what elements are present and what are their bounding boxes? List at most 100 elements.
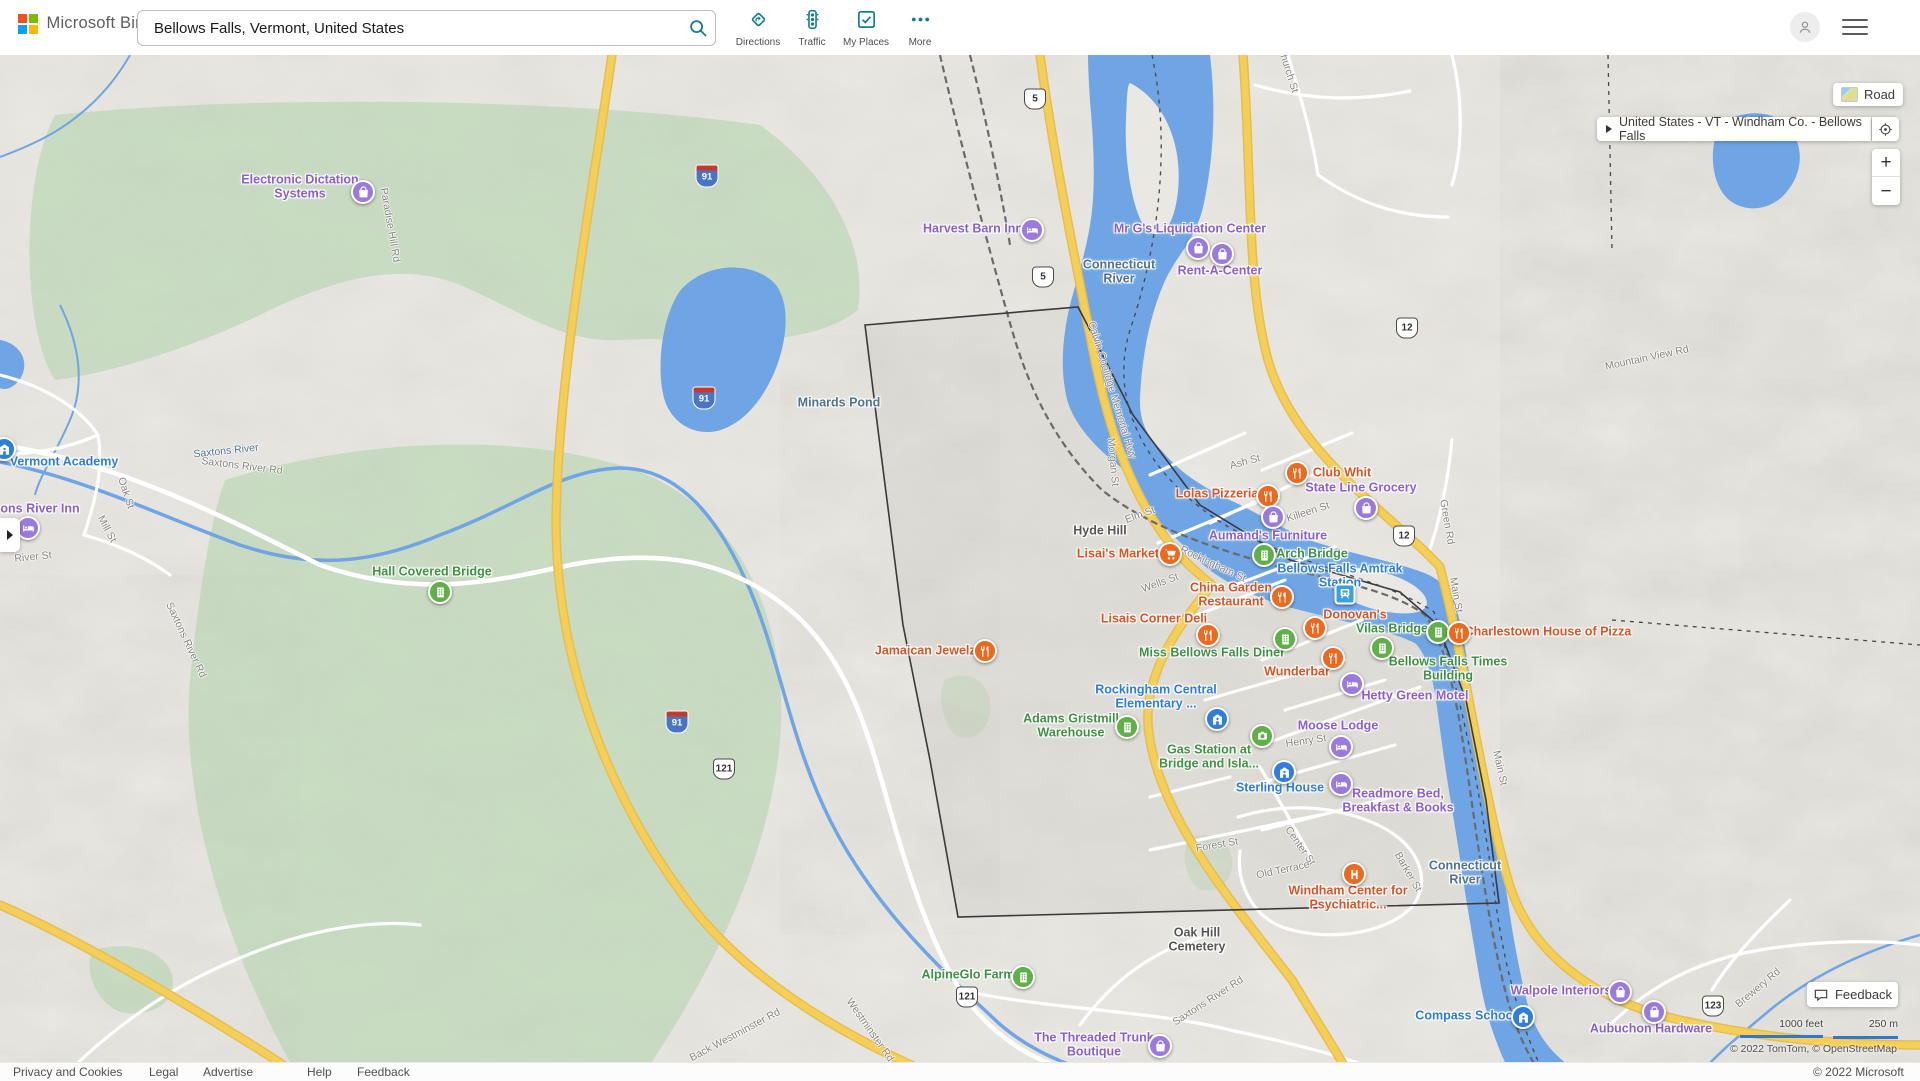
aubuchon-hardware-label[interactable]: Aubuchon Hardware xyxy=(1590,1022,1712,1036)
aumands-furniture-label[interactable]: Aumand's Furniture xyxy=(1209,529,1327,543)
club-whit-label[interactable]: Club Whit xyxy=(1313,466,1371,480)
adams-gristmill-warehouse-icon[interactable] xyxy=(1115,715,1139,739)
china-garden-restaurant-label[interactable]: China GardenRestaurant xyxy=(1190,582,1272,609)
gas-station-at-bridge-icon[interactable] xyxy=(1250,724,1274,748)
search-box xyxy=(137,10,716,46)
gas-station-at-bridge-label[interactable]: Gas Station atBridge and Isla... xyxy=(1159,744,1259,771)
miss-bellows-falls-diner-icon[interactable] xyxy=(1273,627,1297,651)
miss-bellows-falls-diner-label[interactable]: Miss Bellows Falls Diner xyxy=(1139,646,1285,660)
lisais-market-label[interactable]: Lisai's Market xyxy=(1077,547,1159,561)
footer-link-advertise[interactable]: Advertise xyxy=(203,1065,253,1079)
mr-gs-liquidation-center-icon[interactable] xyxy=(1186,236,1210,260)
rent-a-center-label[interactable]: Rent-A-Center xyxy=(1178,264,1263,278)
adams-gristmill-warehouse-label[interactable]: Adams GristmillWarehouse xyxy=(1023,713,1119,740)
locate-me-button[interactable] xyxy=(1872,117,1899,141)
mr-gs-liquidation-center-label[interactable]: Mr G's Liquidation Center xyxy=(1114,222,1266,236)
hyde-hill-label: Hyde Hill xyxy=(1073,524,1127,538)
footer-link-feedback[interactable]: Feedback xyxy=(357,1065,410,1079)
club-whit-icon[interactable] xyxy=(1285,461,1309,485)
electronic-dictation-systems-label[interactable]: Electronic DictationSystems xyxy=(241,174,358,201)
bellows-falls-times-building-icon[interactable] xyxy=(1370,636,1394,660)
map-attribution: © 2022 TomTom, © OpenStreetMap xyxy=(1730,1043,1897,1055)
harvest-barn-inn-label[interactable]: Harvest Barn Inn xyxy=(923,222,1023,236)
civic-marker-icon[interactable] xyxy=(1205,707,1229,731)
alpineglo-farm-icon[interactable] xyxy=(1011,965,1035,989)
walpole-interiors-icon[interactable] xyxy=(1608,980,1632,1004)
footer-link-privacy[interactable]: Privacy and Cookies xyxy=(13,1065,122,1079)
wunderbar-icon[interactable] xyxy=(1321,646,1345,670)
menu-icon[interactable] xyxy=(1842,19,1868,37)
search-icon[interactable] xyxy=(681,13,715,43)
vilas-bridge-label[interactable]: Vilas Bridge xyxy=(1356,622,1428,636)
threaded-trunk-boutique-label[interactable]: The Threaded TrunkBoutique xyxy=(1034,1032,1153,1059)
charlestown-house-of-pizza-label[interactable]: Charlestown House of Pizza xyxy=(1465,625,1632,639)
walpole-interiors-label[interactable]: Walpole Interiors xyxy=(1511,984,1612,998)
jamaican-jewelz-icon[interactable] xyxy=(973,639,997,663)
map-canvas[interactable]: Electronic DictationSystems Harvest Barn … xyxy=(0,55,1920,1080)
state-line-grocery-label[interactable]: State Line Grocery xyxy=(1305,481,1416,495)
connecticut-river-north-label: ConnecticutRiver xyxy=(1083,259,1155,286)
state-line-grocery-icon[interactable] xyxy=(1354,496,1378,520)
hall-covered-bridge-icon[interactable] xyxy=(428,580,452,604)
saxtons-river-inn-label[interactable]: ons River Inn xyxy=(0,502,79,516)
nav-more[interactable]: More xyxy=(888,8,952,48)
readmore-bed-breakfast-books-icon[interactable] xyxy=(1329,772,1353,796)
threaded-trunk-boutique-icon[interactable] xyxy=(1148,1034,1172,1058)
directions-icon xyxy=(747,18,770,35)
footer-bar: Privacy and Cookies Legal Advertise Help… xyxy=(0,1062,1920,1081)
readmore-bed-breakfast-books-label[interactable]: Readmore Bed,Breakfast & Books xyxy=(1342,788,1453,815)
wunderbar-label[interactable]: Wunderbar xyxy=(1264,665,1330,679)
arch-bridge-icon[interactable] xyxy=(1252,543,1276,567)
moose-lodge-icon[interactable] xyxy=(1329,735,1353,759)
microsoft-bing-logo[interactable]: Microsoft Bing xyxy=(18,14,154,34)
aubuchon-hardware-icon[interactable] xyxy=(1642,1000,1666,1024)
compass-school-icon[interactable] xyxy=(1511,1005,1535,1029)
charlestown-house-of-pizza-icon[interactable] xyxy=(1447,621,1471,645)
lolas-pizzeria-icon[interactable] xyxy=(1256,484,1280,508)
hall-covered-bridge-label[interactable]: Hall Covered Bridge xyxy=(372,565,491,579)
oak-hill-cemetery-label: Oak HillCemetery xyxy=(1169,927,1226,954)
lolas-pizzeria-label[interactable]: Lolas Pizzeria xyxy=(1176,487,1259,501)
copyright: © 2022 Microsoft xyxy=(1813,1065,1904,1079)
mr-gs-liquidation-center-2-icon[interactable] xyxy=(1210,242,1234,266)
vermont-academy-label[interactable]: Vermont Academy xyxy=(10,455,119,469)
locate-icon xyxy=(1877,121,1894,138)
rockingham-central-elementary-label[interactable]: Rockingham CentralElementary ... xyxy=(1095,684,1217,711)
zoom-out-button[interactable]: − xyxy=(1872,178,1900,205)
lisais-corner-deli-label[interactable]: Lisais Corner Deli xyxy=(1101,612,1207,626)
expand-panel-tab[interactable] xyxy=(0,518,20,552)
hetty-green-motel-label[interactable]: Hetty Green Motel xyxy=(1362,689,1469,703)
electronic-dictation-systems-icon[interactable] xyxy=(351,180,375,204)
bellows-falls-amtrak-station-icon[interactable] xyxy=(1335,584,1356,605)
top-bar: Microsoft Bing Directions Traffic My Pla… xyxy=(0,0,1920,55)
sterling-house-icon[interactable] xyxy=(1272,760,1296,784)
harvest-barn-inn-icon[interactable] xyxy=(1020,218,1044,242)
aumands-furniture-icon[interactable] xyxy=(1261,505,1285,529)
alpineglo-farm-label[interactable]: AlpineGlo Farm xyxy=(921,968,1014,982)
jamaican-jewelz-label[interactable]: Jamaican Jewelz. xyxy=(875,644,979,658)
lisais-corner-deli-icon[interactable] xyxy=(1196,623,1220,647)
feedback-button[interactable]: Feedback xyxy=(1807,982,1898,1007)
donovans-icon[interactable] xyxy=(1303,616,1327,640)
person-icon xyxy=(1796,18,1814,36)
map-style-button[interactable]: Road xyxy=(1833,83,1903,106)
windham-center-psychiatric-icon[interactable] xyxy=(1342,862,1366,886)
map-base-graphics xyxy=(0,55,1920,1080)
account-avatar[interactable] xyxy=(1790,12,1820,42)
lisais-market-icon[interactable] xyxy=(1158,542,1182,566)
donovans-label[interactable]: Donovan's xyxy=(1323,608,1386,622)
footer-link-help[interactable]: Help xyxy=(307,1065,332,1079)
scale-bar-metric xyxy=(1833,1036,1898,1039)
hetty-green-motel-icon[interactable] xyxy=(1340,672,1364,696)
moose-lodge-label[interactable]: Moose Lodge xyxy=(1298,719,1379,733)
search-input[interactable] xyxy=(152,19,681,38)
bellows-falls-times-building-label[interactable]: Bellows Falls TimesBuilding xyxy=(1389,656,1508,683)
breadcrumb[interactable]: United States - VT - Windham Co. - Bello… xyxy=(1597,117,1871,141)
compass-school-label[interactable]: Compass School xyxy=(1415,1009,1516,1023)
footer-link-legal[interactable]: Legal xyxy=(149,1065,178,1079)
china-garden-restaurant-icon[interactable] xyxy=(1270,585,1294,609)
speech-bubble-icon xyxy=(1813,987,1829,1003)
windham-center-psychiatric-label[interactable]: Windham Center forPsychiatric... xyxy=(1288,885,1407,912)
zoom-in-button[interactable]: + xyxy=(1872,149,1900,177)
arch-bridge-label[interactable]: Arch Bridge xyxy=(1276,547,1348,561)
